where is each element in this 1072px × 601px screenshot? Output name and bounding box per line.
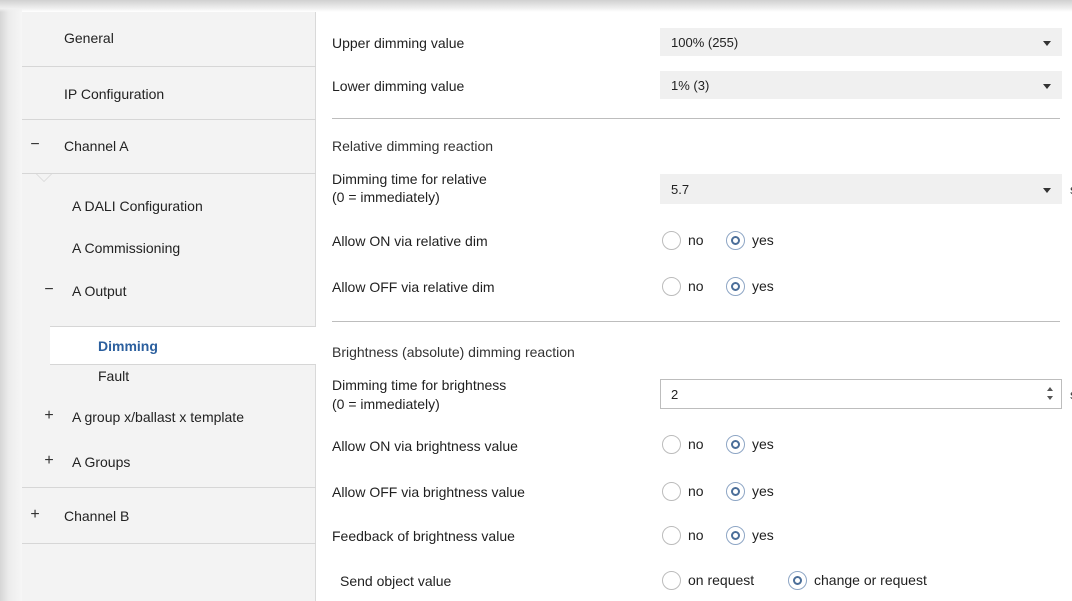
radio-on-icon	[726, 231, 745, 250]
lower-dimming-value: 1% (3)	[671, 78, 710, 93]
brightness-time-label-line2: (0 = immediately)	[332, 396, 440, 412]
spin-up-icon[interactable]	[1047, 387, 1053, 391]
relative-time-select[interactable]: 5.7	[660, 174, 1062, 204]
radio-label: yes	[752, 436, 774, 452]
spin-down-icon[interactable]	[1047, 396, 1053, 400]
chevron-down-icon	[1043, 84, 1051, 89]
collapse-icon[interactable]: −	[42, 281, 56, 299]
divider	[22, 543, 316, 544]
sidebar-item-fault[interactable]: Fault	[22, 368, 316, 390]
sidebar-item-channel-b[interactable]: + Channel B	[22, 506, 316, 530]
expand-icon[interactable]: +	[42, 452, 56, 470]
divider	[22, 119, 316, 120]
sidebar-item-general[interactable]: General	[22, 30, 316, 52]
divider	[22, 66, 316, 67]
sidebar-item-a-groups[interactable]: + A Groups	[22, 452, 316, 476]
allow-on-relative-label: Allow ON via relative dim	[332, 233, 488, 249]
radio-label: no	[688, 483, 704, 499]
sidebar-item-channel-a[interactable]: − Channel A	[22, 136, 316, 160]
radio-off-icon	[662, 482, 681, 501]
radio-on-icon	[788, 571, 807, 590]
sidebar-item-label: A DALI Configuration	[72, 198, 203, 214]
send-object-label: Send object value	[340, 573, 452, 589]
sidebar-item-label: Dimming	[98, 338, 158, 354]
radio-label: yes	[752, 278, 774, 294]
allow-on-brightness-label: Allow ON via brightness value	[332, 438, 518, 454]
radio-on-icon	[726, 526, 745, 545]
collapse-icon[interactable]: −	[28, 136, 42, 154]
brightness-time-spinner[interactable]: 2	[660, 379, 1062, 409]
sidebar-item-label: Channel B	[64, 508, 130, 524]
allow-off-brightness-label: Allow OFF via brightness value	[332, 484, 525, 500]
upper-dimming-value: 100% (255)	[671, 35, 739, 50]
sidebar-item-label: General	[64, 30, 114, 46]
brightness-section-title: Brightness (absolute) dimming reaction	[332, 344, 575, 360]
brightness-time-label-line1: Dimming time for brightness	[332, 377, 507, 393]
sidebar-item-label: A Output	[72, 283, 127, 299]
sidebar-item-ip-configuration[interactable]: IP Configuration	[22, 86, 316, 108]
relative-section-title: Relative dimming reaction	[332, 138, 494, 154]
divider	[22, 173, 316, 174]
radio-label: no	[688, 278, 704, 294]
sidebar-item-label: Fault	[98, 368, 130, 384]
section-divider	[332, 321, 1060, 322]
sidebar-item-dimming[interactable]: Dimming	[50, 326, 317, 365]
upper-dimming-label: Upper dimming value	[332, 35, 465, 51]
relative-time-label-line1: Dimming time for relative	[332, 171, 487, 187]
chevron-down-icon	[1043, 41, 1051, 46]
sidebar-item-a-commissioning[interactable]: A Commissioning	[22, 240, 316, 262]
brightness-time-value: 2	[671, 387, 679, 402]
radio-label: no	[688, 436, 704, 452]
radio-on-icon	[726, 277, 745, 296]
sidebar-item-label: A group x/ballast x template	[72, 409, 244, 425]
sidebar-item-a-dali-configuration[interactable]: A DALI Configuration	[22, 198, 316, 220]
upper-dimming-select[interactable]: 100% (255)	[660, 28, 1062, 56]
radio-label: yes	[752, 232, 774, 248]
sidebar-item-label: IP Configuration	[64, 86, 165, 102]
radio-label: no	[688, 232, 704, 248]
pointer-notch-fill	[37, 174, 51, 181]
radio-off-icon	[662, 526, 681, 545]
expand-icon[interactable]: +	[28, 506, 42, 524]
chevron-down-icon	[1043, 188, 1051, 193]
radio-off-icon	[662, 435, 681, 454]
radio-label: yes	[752, 527, 774, 543]
lower-dimming-label: Lower dimming value	[332, 78, 465, 94]
parameter-panel: Upper dimming value 100% (255) Lower dim…	[316, 12, 1072, 601]
expand-icon[interactable]: +	[42, 407, 56, 425]
section-divider	[332, 118, 1060, 119]
radio-label: change or request	[814, 572, 927, 588]
allow-off-relative-label: Allow OFF via relative dim	[332, 279, 495, 295]
radio-on-icon	[726, 435, 745, 454]
radio-label: yes	[752, 483, 774, 499]
radio-on-icon	[726, 482, 745, 501]
radio-off-icon	[662, 231, 681, 250]
sidebar-item-label: A Groups	[72, 454, 131, 470]
sidebar-item-a-group-ballast-template[interactable]: + A group x/ballast x template	[22, 407, 316, 431]
feedback-brightness-label: Feedback of brightness value	[332, 528, 515, 544]
radio-label: no	[688, 527, 704, 543]
relative-time-value: 5.7	[671, 182, 690, 197]
relative-time-label-line2: (0 = immediately)	[332, 189, 440, 205]
sidebar-item-a-output[interactable]: − A Output	[22, 281, 316, 305]
radio-label: on request	[688, 572, 755, 588]
divider	[22, 487, 316, 488]
sidebar-item-label: Channel A	[64, 138, 129, 154]
radio-off-icon	[662, 277, 681, 296]
radio-off-icon	[662, 571, 681, 590]
sidebar: General IP Configuration − Channel A A D…	[22, 12, 317, 601]
lower-dimming-select[interactable]: 1% (3)	[660, 71, 1062, 99]
window-frame: General IP Configuration − Channel A A D…	[0, 0, 1072, 601]
sidebar-item-label: A Commissioning	[72, 240, 181, 256]
